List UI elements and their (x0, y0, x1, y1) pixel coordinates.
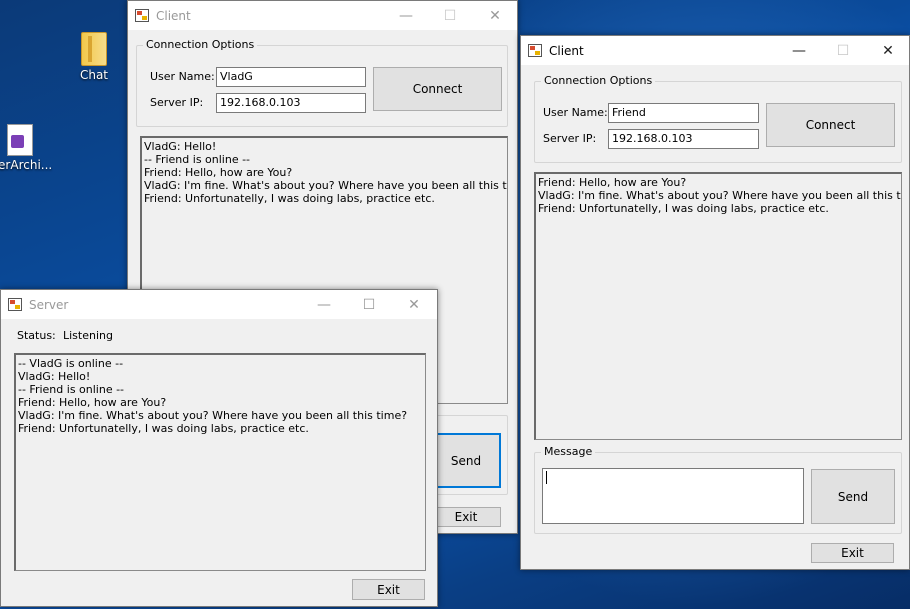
exit-button[interactable]: Exit (352, 579, 425, 600)
status-label: Status: (17, 329, 56, 342)
minimize-button[interactable]: — (776, 36, 822, 65)
chat-line: Friend: Unfortunatelly, I was doing labs… (538, 202, 829, 215)
window-title: Client (156, 8, 191, 23)
close-button[interactable]: ✕ (865, 36, 910, 65)
exit-button[interactable]: Exit (431, 507, 501, 527)
log-line: Friend: Unfortunatelly, I was doing labs… (18, 422, 309, 435)
maximize-button: ☐ (836, 42, 850, 59)
group-label: Connection Options (541, 74, 656, 87)
username-label: User Name: (150, 70, 215, 83)
close-button[interactable]: ✕ (391, 290, 437, 319)
chat-history[interactable]: Friend: Hello, how are You? VladG: I'm f… (534, 172, 902, 440)
connect-button[interactable]: Connect (766, 103, 895, 147)
chat-line: Friend: Hello, how are You? (144, 166, 293, 179)
desktop-icon-label: TierArchi... (0, 158, 53, 172)
maximize-button[interactable]: ☐ (346, 290, 392, 319)
send-button[interactable]: Send (811, 469, 895, 524)
app-icon (135, 9, 149, 22)
message-input[interactable] (542, 468, 804, 524)
server-log[interactable]: -- VladG is online -- VladG: Hello! -- F… (14, 353, 426, 571)
username-input[interactable]: Friend (608, 103, 759, 123)
maximize-button: ☐ (443, 7, 457, 24)
app-icon (8, 298, 22, 311)
minimize-button[interactable]: — (301, 290, 347, 319)
chat-line: VladG: Hello! (144, 140, 217, 153)
log-line: VladG: Hello! (18, 370, 91, 383)
log-line: VladG: I'm fine. What's about you? Where… (18, 409, 408, 422)
minimize-button[interactable]: — (383, 1, 429, 30)
folder-icon (81, 32, 107, 66)
title-bar[interactable]: Client — ☐ ✕ (521, 36, 909, 65)
window-title: Server (29, 297, 69, 312)
server-ip-input[interactable]: 192.168.0.103 (216, 93, 366, 113)
desktop-icon-chat[interactable]: Chat (57, 32, 131, 82)
chat-line: VladG: I'm fine. What's about you? Where… (538, 189, 902, 202)
server-window: Server — ☐ ✕ Status: Listening -- VladG … (0, 289, 438, 607)
title-bar[interactable]: Server — ☐ ✕ (1, 290, 437, 319)
group-label: Message (541, 445, 596, 458)
log-line: -- VladG is online -- (18, 357, 124, 370)
text-caret (546, 471, 547, 484)
connect-button[interactable]: Connect (373, 67, 502, 111)
chat-line: VladG: I'm fine. What's about you? Where… (144, 179, 508, 192)
close-button[interactable]: ✕ (472, 1, 518, 30)
desktop-icon-project[interactable]: TierArchi... (0, 124, 57, 172)
status-value: Listening (63, 329, 113, 342)
connection-options-group: Connection Options User Name: Friend Ser… (534, 74, 902, 163)
connection-options-group: Connection Options User Name: VladG Serv… (136, 38, 508, 127)
title-bar[interactable]: Client — ☐ ✕ (128, 1, 517, 30)
exit-button[interactable]: Exit (811, 543, 894, 563)
log-line: Friend: Hello, how are You? (18, 396, 167, 409)
chat-line: -- Friend is online -- (144, 153, 251, 166)
log-line: -- Friend is online -- (18, 383, 125, 396)
chat-line: Friend: Hello, how are You? (538, 176, 687, 189)
desktop-icon-label: Chat (79, 68, 109, 82)
visual-studio-project-icon (7, 124, 33, 156)
client-window-friend: Client — ☐ ✕ Connection Options User Nam… (520, 35, 910, 570)
server-ip-label: Server IP: (543, 132, 597, 145)
app-icon (528, 44, 542, 57)
group-label: Connection Options (143, 38, 258, 51)
send-button[interactable]: Send (431, 433, 501, 488)
window-title: Client (549, 43, 584, 58)
server-ip-input[interactable]: 192.168.0.103 (608, 129, 759, 149)
chat-line: Friend: Unfortunatelly, I was doing labs… (144, 192, 435, 205)
server-ip-label: Server IP: (150, 96, 204, 109)
username-label: User Name: (543, 106, 608, 119)
username-input[interactable]: VladG (216, 67, 366, 87)
